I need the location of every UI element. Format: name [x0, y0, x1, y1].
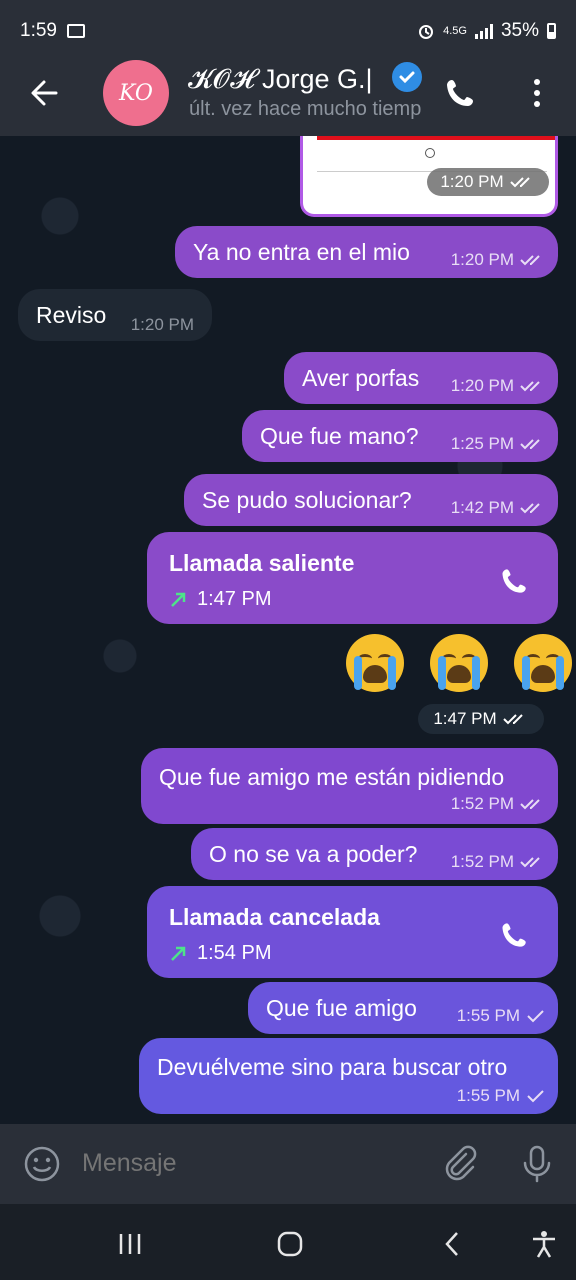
gallery-notification-icon	[67, 24, 85, 38]
attachment-icon[interactable]	[440, 1144, 480, 1184]
phone-icon[interactable]	[442, 74, 480, 112]
back-arrow-icon[interactable]	[26, 74, 64, 112]
emoji-message[interactable]	[346, 634, 572, 692]
message-time: 1:20 PM	[130, 315, 194, 334]
chat-header: KO 𝓚𝓞𝓗 Jorge G.| últ. vez hace mucho tie…	[0, 60, 576, 136]
call-time: 1:47 PM	[197, 588, 272, 610]
message-bubble[interactable]: Que fue amigo me están pidiendo 1:52 PM	[141, 748, 558, 824]
battery-percent: 35%	[500, 20, 539, 41]
message-text: Que fue mano?	[260, 423, 419, 449]
double-check-icon	[509, 177, 530, 188]
message-bubble[interactable]: Devuélveme sino para buscar otro 1:55 PM	[139, 1038, 558, 1114]
message-text: Que fue amigo me están pidiendo	[159, 764, 505, 790]
last-seen-status: últ. vez hace mucho tiempo	[189, 98, 421, 120]
message-bubble[interactable]: Ya no entra en el mio 1:20 PM	[175, 226, 558, 278]
network-type: 4.5G	[443, 25, 467, 37]
call-time: 1:54 PM	[197, 942, 272, 964]
double-check-icon	[502, 714, 523, 725]
message-text: Aver porfas	[302, 365, 420, 391]
message-input[interactable]	[80, 1148, 424, 1179]
outgoing-arrow-icon	[171, 946, 186, 961]
message-meta: 1:25 PM	[451, 434, 546, 454]
message-bubble[interactable]: Aver porfas 1:20 PM	[284, 352, 558, 404]
double-check-icon	[520, 857, 540, 868]
call-title: Llamada cancelada	[169, 904, 380, 930]
phone-icon[interactable]	[498, 918, 532, 952]
double-check-icon	[520, 255, 540, 266]
signal-icon	[474, 23, 493, 39]
call-info: 1:54 PM	[169, 942, 271, 965]
status-time: 1:59	[20, 20, 57, 41]
call-info: 1:47 PM	[169, 588, 271, 611]
outgoing-arrow-icon	[171, 592, 186, 607]
message-bubble[interactable]: Que fue amigo 1:55 PM	[248, 982, 558, 1034]
status-icons: 4.5G 35%	[417, 20, 556, 42]
message-meta: 1:52 PM	[451, 794, 546, 814]
message-bubble[interactable]: Reviso 1:20 PM	[18, 289, 212, 341]
battery-icon	[547, 23, 556, 39]
contact-name[interactable]: 𝓚𝓞𝓗 Jorge G.|	[188, 64, 398, 96]
phone-icon[interactable]	[498, 564, 532, 598]
message-meta: 1:20 PM	[131, 315, 194, 335]
message-time: 1:55 PM	[456, 1086, 520, 1105]
double-check-icon	[520, 799, 540, 810]
crying-emoji-icon	[346, 634, 404, 692]
message-time: 1:25 PM	[450, 434, 514, 453]
avatar[interactable]: KO	[103, 60, 169, 126]
alarm-icon	[419, 25, 434, 39]
call-title: Llamada saliente	[169, 550, 355, 576]
crying-emoji-icon	[430, 634, 488, 692]
message-text: Devuélveme sino para buscar otro	[157, 1054, 508, 1080]
single-check-icon	[527, 1090, 544, 1103]
message-bubble[interactable]: Se pudo solucionar? 1:42 PM	[184, 474, 558, 526]
message-time: 1:20 PM	[450, 250, 514, 269]
message-meta: 1:52 PM	[451, 852, 546, 872]
double-check-icon	[520, 503, 540, 514]
microphone-icon[interactable]	[520, 1144, 554, 1184]
message-bubble[interactable]: Que fue mano? 1:25 PM	[242, 410, 558, 462]
message-meta: 1:47 PM	[418, 704, 544, 734]
message-meta: 1:20 PM	[451, 376, 546, 396]
message-text: Ya no entra en el mio	[193, 239, 410, 265]
crying-emoji-icon	[514, 634, 572, 692]
more-options-icon[interactable]	[524, 74, 550, 112]
chat-area[interactable]: 1:20 PM Ya no entra en el mio 1:20 PM Re…	[0, 136, 576, 1124]
message-meta: 1:20 PM	[427, 168, 549, 196]
message-time: 1:47 PM	[433, 709, 497, 728]
nav-back-icon[interactable]	[432, 1224, 472, 1264]
message-text: Reviso	[36, 302, 107, 328]
system-nav-bar	[0, 1204, 576, 1280]
message-text: O no se va a poder?	[209, 841, 418, 867]
message-time: 1:20 PM	[450, 376, 514, 395]
message-time: 1:52 PM	[450, 794, 514, 813]
message-input-bar	[0, 1124, 576, 1204]
recent-apps-icon[interactable]	[110, 1224, 150, 1264]
message-text: Se pudo solucionar?	[202, 487, 412, 513]
image-content	[317, 136, 555, 140]
image-message[interactable]: 1:20 PM	[300, 136, 558, 217]
message-time: 1:20 PM	[440, 172, 504, 191]
message-time: 1:55 PM	[456, 1006, 520, 1025]
status-bar: 1:59 4.5G 35%	[0, 0, 576, 60]
emoji-icon[interactable]	[24, 1146, 60, 1182]
message-time: 1:42 PM	[450, 498, 514, 517]
double-check-icon	[520, 439, 540, 450]
message-bubble[interactable]: O no se va a poder? 1:52 PM	[191, 828, 558, 880]
home-icon[interactable]	[270, 1224, 310, 1264]
message-meta: 1:20 PM	[451, 250, 546, 270]
verified-badge-icon	[392, 62, 422, 92]
message-meta: 1:42 PM	[451, 498, 546, 518]
message-meta: 1:55 PM	[457, 1086, 546, 1106]
call-message[interactable]: Llamada saliente 1:47 PM	[147, 532, 558, 624]
accessibility-icon[interactable]	[524, 1224, 564, 1264]
double-check-icon	[520, 381, 540, 392]
single-check-icon	[527, 1010, 544, 1023]
message-text: Que fue amigo	[266, 995, 417, 1021]
image-content-circle	[425, 148, 435, 158]
message-meta: 1:55 PM	[457, 1006, 546, 1026]
call-message[interactable]: Llamada cancelada 1:54 PM	[147, 886, 558, 978]
message-time: 1:52 PM	[450, 852, 514, 871]
